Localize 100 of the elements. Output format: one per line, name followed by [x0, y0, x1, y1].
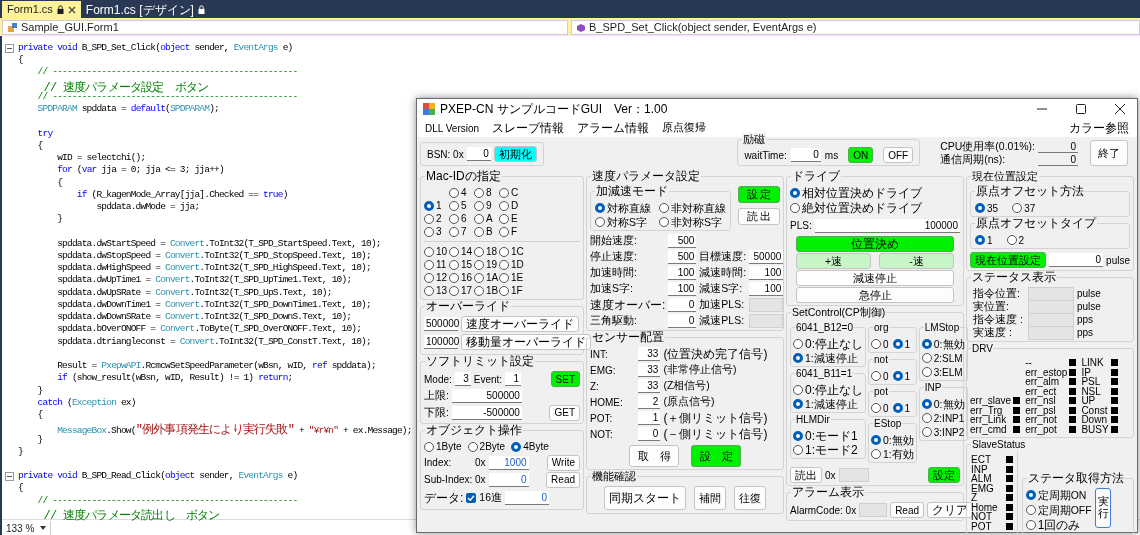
input-field[interactable]: 500000 — [451, 388, 522, 403]
radio-button[interactable]: 対称S字 — [595, 215, 651, 229]
radio-button[interactable]: D — [499, 199, 524, 212]
input-field[interactable]: 100 — [668, 265, 697, 280]
radio-button[interactable]: 3:INP2 — [921, 425, 965, 439]
speed-button[interactable]: 読 出 — [738, 208, 780, 225]
input-field[interactable]: 0 — [1049, 253, 1104, 267]
drive-button[interactable]: 減速停止 — [796, 270, 954, 286]
alarm-button[interactable]: Read — [890, 502, 925, 518]
radio-button[interactable]: 1:有効 — [871, 447, 914, 461]
input-field[interactable]: -500000 — [451, 405, 522, 420]
radio-button[interactable]: 1 — [892, 369, 911, 383]
override-button[interactable]: 移動量オーバーライド — [461, 334, 591, 350]
menu-item[interactable]: DLL Version — [425, 120, 480, 136]
drive-button[interactable]: 急停止 — [796, 287, 954, 303]
set-button[interactable]: 設定 — [928, 467, 960, 483]
radio-button[interactable]: 1 — [892, 337, 911, 351]
radio-button[interactable]: 1:減速停止 — [793, 397, 863, 411]
radio-button[interactable]: 対称直線 — [595, 201, 651, 215]
radio-button[interactable]: F — [499, 225, 524, 238]
radio-button[interactable]: 定周期ON — [1025, 488, 1092, 502]
input-field[interactable]: 50000 — [749, 249, 784, 264]
radio-button[interactable]: 8 — [474, 186, 499, 199]
get-button[interactable]: GET — [549, 404, 580, 421]
radio-button[interactable]: 1D — [499, 258, 524, 271]
radio-button[interactable]: 非対称直線 — [659, 201, 726, 215]
radio-button[interactable]: 3 — [424, 225, 449, 238]
radio-button[interactable]: 12 — [424, 271, 449, 284]
radio-button[interactable]: 0:無効 — [921, 397, 965, 411]
radio-button[interactable]: C — [499, 186, 524, 199]
radio-button[interactable]: 4 — [449, 186, 474, 199]
radio-button[interactable]: 1 — [424, 199, 449, 212]
member-dropdown[interactable]: B_SPD_Set_Click(object sender, EventArgs e) — [571, 20, 1140, 35]
input-field[interactable]: 33 — [638, 379, 661, 393]
input-field[interactable]: 0 — [466, 147, 491, 161]
position-set-button[interactable]: 現在位置設定 — [970, 252, 1046, 268]
radio-button[interactable]: B — [474, 225, 499, 238]
radio-button[interactable]: 絶対位置決めドライブ — [790, 201, 960, 215]
read-button[interactable]: Read — [546, 471, 580, 488]
radio-button[interactable]: E — [499, 212, 524, 225]
radio-button[interactable]: 5 — [449, 199, 474, 212]
input-field[interactable]: 0 — [668, 313, 697, 328]
input-field[interactable]: 1 — [505, 372, 522, 386]
editor-tab[interactable]: Form1.cs — [2, 1, 81, 18]
radio-button[interactable]: 1Byte — [424, 439, 462, 454]
radio-button[interactable]: 0:無効 — [871, 433, 914, 447]
radio-button[interactable]: 1 — [892, 401, 911, 415]
radio-button[interactable]: 18 — [474, 245, 499, 258]
drive-button[interactable]: -速 — [879, 253, 954, 269]
input-field[interactable]: 100 — [749, 281, 784, 296]
radio-button[interactable]: 1回のみ — [1025, 518, 1092, 532]
run-button[interactable]: 実行 — [1094, 488, 1112, 528]
menu-item[interactable]: スレーブ情報 — [492, 119, 565, 137]
menu-item[interactable]: 原点復帰 — [662, 120, 707, 136]
radio-button[interactable]: 0 — [871, 369, 889, 383]
function-button[interactable]: 同期スタート — [604, 486, 686, 510]
radio-button[interactable]: 2:SLM — [921, 351, 965, 365]
set-button[interactable]: SET — [550, 371, 580, 387]
read-button[interactable]: 読出 — [790, 467, 822, 483]
input-field[interactable]: 500 — [668, 249, 697, 264]
radio-button[interactable]: 0:停止なし — [793, 337, 863, 351]
input-field[interactable]: 33 — [638, 363, 661, 377]
input-field[interactable]: 2 — [638, 395, 661, 409]
radio-button[interactable]: 35 — [975, 201, 999, 215]
radio-button[interactable]: 非対称S字 — [659, 215, 726, 229]
radio-button[interactable]: 1C — [499, 245, 524, 258]
radio-button[interactable]: A — [474, 212, 499, 225]
override-button[interactable]: 速度オーバーライド — [461, 316, 579, 332]
radio-button[interactable]: 13 — [424, 284, 449, 297]
radio-button[interactable]: 11 — [424, 258, 449, 271]
radio-button[interactable]: 37 — [1012, 201, 1036, 215]
toggle-button[interactable]: OFF — [883, 147, 914, 163]
radio-button[interactable]: 1F — [499, 284, 524, 297]
radio-button[interactable]: 2:INP1 — [921, 411, 965, 425]
collapse-icon[interactable] — [5, 471, 14, 481]
radio-button[interactable]: 2 — [424, 212, 449, 225]
radio-button[interactable]: 3:ELM — [921, 365, 965, 379]
radio-button[interactable]: 0:モード1 — [793, 429, 863, 443]
write-button[interactable]: Write — [546, 454, 580, 471]
radio-button[interactable]: 16 — [449, 271, 474, 284]
collapse-icon[interactable] — [5, 43, 14, 53]
input-field[interactable]: 33 — [638, 347, 661, 361]
radio-button[interactable]: 2Byte — [467, 439, 506, 454]
init-button[interactable]: 初期化 — [493, 146, 537, 162]
input-field[interactable]: 0 — [505, 490, 550, 505]
radio-button[interactable]: 6 — [449, 212, 474, 225]
function-button[interactable]: 補間 — [694, 486, 726, 510]
radio-button[interactable]: 0 — [871, 337, 889, 351]
radio-button[interactable]: 17 — [449, 284, 474, 297]
input-field[interactable]: 1 — [638, 411, 661, 425]
input-field[interactable]: 100000 — [814, 218, 960, 233]
radio-button[interactable]: 9 — [474, 199, 499, 212]
input-field[interactable]: 1000 — [488, 455, 529, 470]
function-button[interactable]: 往復 — [734, 486, 766, 510]
drive-button[interactable]: 位置決め — [796, 236, 954, 252]
input-field[interactable]: 0 — [790, 148, 821, 162]
radio-button[interactable]: 定周期OFF — [1025, 503, 1092, 517]
input-field[interactable]: 3 — [454, 372, 471, 386]
input-field[interactable]: 0 — [668, 297, 697, 312]
radio-button[interactable]: 14 — [449, 245, 474, 258]
